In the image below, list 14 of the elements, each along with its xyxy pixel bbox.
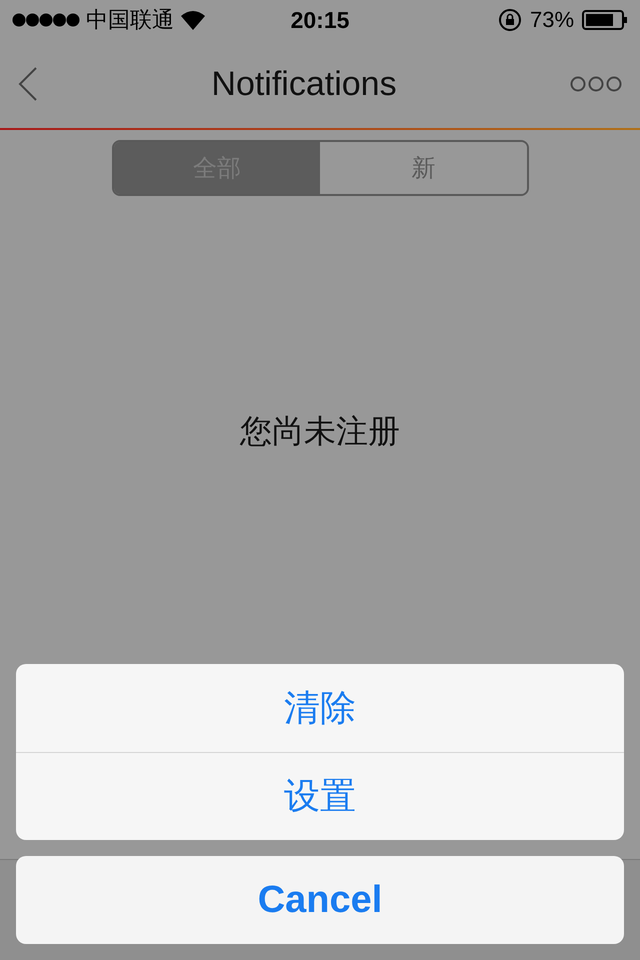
- empty-message: 您尚未注册: [240, 412, 400, 451]
- battery-percent: 73%: [530, 7, 574, 33]
- wifi-icon: [180, 10, 206, 30]
- nav-title: Notifications: [211, 64, 397, 104]
- action-button[interactable]: 清除: [16, 664, 624, 752]
- signal-icon: [12, 13, 80, 27]
- more-icon[interactable]: [570, 76, 622, 92]
- status-time: 20:15: [290, 6, 350, 34]
- cancel-button[interactable]: Cancel: [16, 856, 624, 944]
- battery-icon: [582, 10, 628, 30]
- carrier-name: 中国联通: [86, 6, 174, 34]
- back-icon[interactable]: [18, 67, 38, 101]
- rotation-lock-icon: [498, 8, 522, 32]
- action-button[interactable]: 设置: [16, 752, 624, 840]
